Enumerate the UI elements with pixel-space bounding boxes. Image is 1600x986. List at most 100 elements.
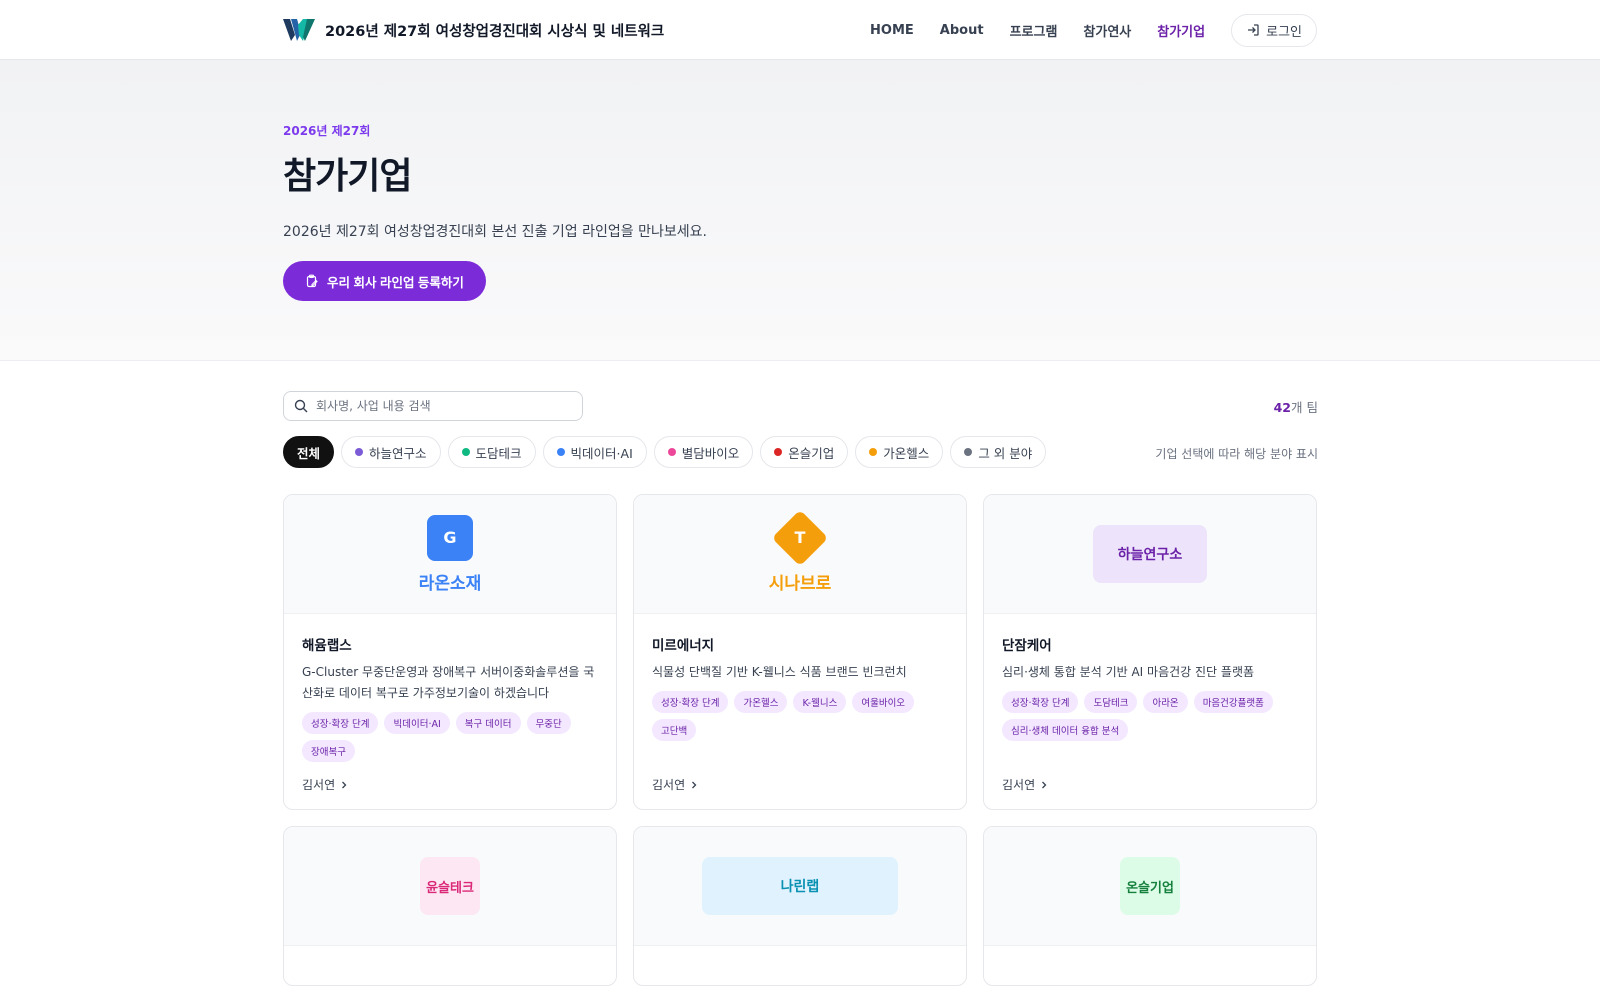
tag: 장애복구 — [302, 740, 355, 762]
company-description: 식물성 단백질 기반 K-웰니스 식품 브랜드 빈크런치 — [652, 665, 907, 679]
tag: 심리·생체 데이터 융합 분석 — [1002, 719, 1129, 741]
dot-icon — [355, 448, 364, 456]
filter-chip-onseul[interactable]: 온슬기업 — [760, 436, 849, 468]
company-logo-area: 나린랩 — [634, 827, 966, 946]
dot-icon — [667, 448, 676, 456]
company-card[interactable]: 나린랩 — [633, 826, 967, 986]
site-title: 2026년 제27회 여성창업경진대회 시상식 및 네트워크 — [325, 23, 665, 40]
nav-home[interactable]: HOME — [870, 23, 914, 38]
tag: 도담테크 — [1084, 691, 1138, 713]
hero-content: 2026년 제27회 참가기업 2026년 제27회 여성창업경진대회 본선 진… — [283, 122, 707, 301]
register-lineup-label: 우리 회사 라인업 등록하기 — [327, 275, 464, 290]
company-card[interactable]: 윤슬테크 — [283, 826, 617, 986]
filter-note: 기업 선택에 따라 해당 분야 표시 — [1155, 447, 1318, 461]
tag: 마음건강플랫폼 — [1193, 691, 1273, 713]
header-inner: 2026년 제27회 여성창업경진대회 시상식 및 네트워크 HOME Abou… — [283, 0, 1317, 60]
hero-eyebrow: 2026년 제27회 — [283, 124, 371, 138]
person-link[interactable]: 김서연 — [302, 776, 598, 793]
filter-chip-label: 가온헬스 — [883, 445, 930, 461]
tag: 여울바이오 — [852, 691, 915, 713]
person-link[interactable]: 김서연 — [1002, 776, 1298, 793]
team-count: 42개 팀 — [1274, 397, 1318, 416]
company-name: 단잠케어 — [1002, 638, 1052, 654]
company-logo-area: 하늘연구소 — [984, 495, 1316, 614]
company-card[interactable]: T 시나브로 미르에너지 식물성 단백질 기반 K-웰니스 식품 브랜드 빈크런… — [633, 494, 967, 810]
company-card[interactable]: 하늘연구소 단잠케어 심리·생체 통합 분석 기반 AI 마음건강 진단 플랫폼… — [983, 494, 1317, 810]
filter-chip-other[interactable]: 그 외 분야 — [950, 436, 1047, 468]
tag-list: 성장·확장 단계 가온헬스 K-웰니스 여울바이오 고단백 — [652, 691, 948, 741]
tag: 성장·확장 단계 — [302, 712, 379, 734]
logo-text: 시나브로 — [768, 573, 832, 594]
tag-list: 성장·확장 단계 도담테크 아라온 마음건강플랫폼 심리·생체 데이터 융합 분… — [1002, 691, 1298, 741]
filter-chip-label: 도담테크 — [475, 445, 522, 461]
filter-chip-gaon[interactable]: 가온헬스 — [855, 436, 944, 468]
search-icon — [294, 399, 308, 413]
logo-text: 라온소재 — [418, 573, 482, 594]
chevron-right-icon — [692, 781, 697, 788]
company-description: G-Cluster 무중단운영과 장애복구 서버이중화솔루션을 국산화로 데이터… — [302, 665, 595, 700]
person-name: 김서연 — [652, 778, 686, 792]
page-title: 참가기업 — [283, 156, 412, 197]
dot-icon — [964, 448, 973, 456]
filter-chip-all[interactable]: 전체 — [283, 436, 335, 468]
w-logo-icon — [283, 19, 315, 41]
t-logo-icon: T — [771, 509, 829, 566]
card-body: 단잠케어 심리·생체 통합 분석 기반 AI 마음건강 진단 플랫폼 성장·확장… — [984, 614, 1316, 793]
filter-chip-dodam[interactable]: 도담테크 — [447, 436, 536, 468]
filter-chip-label: 별담바이오 — [681, 445, 740, 461]
logo-badge: 나린랩 — [702, 857, 898, 915]
logo-badge: 윤슬테크 — [420, 857, 480, 915]
g-logo-icon: G — [427, 514, 473, 561]
login-button[interactable]: 로그인 — [1231, 13, 1317, 47]
search-input[interactable] — [316, 399, 566, 413]
filter-chip-label: 전체 — [297, 445, 321, 461]
company-name: 미르에너지 — [652, 638, 715, 654]
nav-program[interactable]: 프로그램 — [1010, 21, 1058, 40]
company-card[interactable]: G 라온소재 해윰랩스 G-Cluster 무중단운영과 장애복구 서버이중화솔… — [283, 494, 617, 810]
toolbar: 42개 팀 — [283, 391, 1318, 421]
hero-description: 2026년 제27회 여성창업경진대회 본선 진출 기업 라인업을 만나보세요. — [283, 224, 707, 240]
card-body: 해윰랩스 G-Cluster 무중단운영과 장애복구 서버이중화솔루션을 국산화… — [284, 614, 616, 793]
dot-icon — [461, 448, 470, 456]
login-label: 로그인 — [1266, 24, 1302, 40]
dot-icon — [556, 448, 565, 456]
person-link[interactable]: 김서연 — [652, 776, 948, 793]
tag: 고단백 — [652, 719, 697, 741]
logo-badge: 온슬기업 — [1120, 857, 1180, 915]
register-lineup-button[interactable]: 우리 회사 라인업 등록하기 — [283, 261, 486, 301]
filter-chip-label: 온슬기업 — [788, 445, 835, 461]
company-logo-area: 온슬기업 — [984, 827, 1316, 946]
dot-icon — [774, 448, 783, 456]
company-logo-area: G 라온소재 — [284, 495, 616, 614]
company-logo-area: T 시나브로 — [634, 495, 966, 614]
tag: 빅데이터·AI — [384, 712, 450, 734]
logo-badge: 하늘연구소 — [1093, 525, 1207, 583]
card-body: 미르에너지 식물성 단백질 기반 K-웰니스 식품 브랜드 빈크런치 성장·확장… — [634, 614, 966, 793]
nav-speakers[interactable]: 참가연사 — [1083, 21, 1131, 40]
nav-about[interactable]: About — [940, 23, 984, 38]
filter-chip-haneul[interactable]: 하늘연구소 — [341, 436, 441, 468]
company-name: 해윰랩스 — [302, 638, 352, 654]
filter-chip-byeoldam[interactable]: 별담바이오 — [653, 436, 754, 468]
tag: 성장·확장 단계 — [652, 691, 729, 713]
search-box[interactable] — [283, 391, 583, 421]
chevron-right-icon — [342, 781, 347, 788]
company-logo-area: 윤슬테크 — [284, 827, 616, 946]
filter-chip-bigdata[interactable]: 빅데이터·AI — [542, 436, 647, 468]
top-header: 2026년 제27회 여성창업경진대회 시상식 및 네트워크 HOME Abou… — [0, 0, 1600, 60]
filter-chip-label: 그 외 분야 — [978, 445, 1033, 461]
login-icon — [1248, 24, 1259, 36]
chevron-right-icon — [1042, 781, 1047, 788]
tag-list: 성장·확장 단계 빅데이터·AI 복구 데이터 무중단 장애복구 — [302, 712, 598, 762]
person-name: 김서연 — [302, 778, 336, 792]
tag: 복구 데이터 — [455, 712, 521, 734]
company-card[interactable]: 온슬기업 — [983, 826, 1317, 986]
nav-companies[interactable]: 참가기업 — [1157, 21, 1205, 40]
clipboard-edit-icon — [306, 274, 318, 288]
tag: 가온헬스 — [734, 691, 788, 713]
brand[interactable]: 2026년 제27회 여성창업경진대회 시상식 및 네트워크 — [283, 17, 664, 43]
logo-letter: T — [794, 528, 806, 547]
dot-icon — [869, 448, 878, 456]
tag: 무중단 — [526, 712, 571, 734]
company-grid: G 라온소재 해윰랩스 G-Cluster 무중단운영과 장애복구 서버이중화솔… — [283, 494, 1318, 986]
